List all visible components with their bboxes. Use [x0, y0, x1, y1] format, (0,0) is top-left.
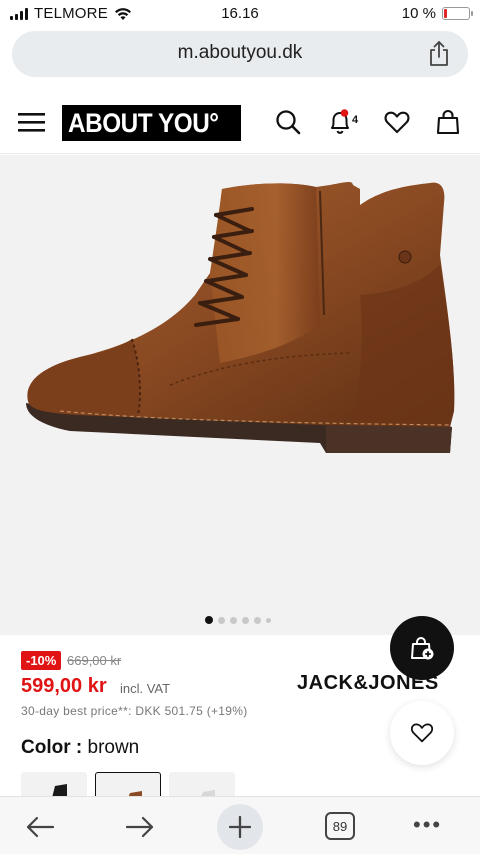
notification-count: 4 — [352, 114, 359, 126]
new-tab-button[interactable] — [217, 804, 263, 850]
status-right: 10 % — [401, 5, 473, 22]
battery-icon — [442, 7, 473, 20]
shopping-bag-icon[interactable] — [434, 108, 462, 136]
back-button[interactable] — [20, 807, 60, 847]
battery-percent: 10 % — [401, 5, 436, 22]
color-selector-label: Color : brown — [21, 737, 139, 759]
logo-text: ABOUT YOU° — [68, 107, 219, 138]
gallery-pagination — [205, 616, 271, 624]
share-icon[interactable] — [426, 40, 452, 68]
sale-price: 599,00 kr — [21, 675, 107, 697]
color-value: brown — [87, 737, 140, 758]
wishlist-heart-icon[interactable] — [383, 108, 411, 136]
gallery-dot[interactable] — [230, 616, 237, 624]
search-icon[interactable] — [274, 108, 302, 136]
arrow-right-icon — [125, 816, 154, 838]
gallery-dot[interactable] — [266, 617, 271, 623]
about-you-logo[interactable]: ABOUT YOU° — [62, 105, 242, 141]
product-image-boot[interactable] — [20, 175, 462, 475]
site-header: ABOUT YOU° 4 — [0, 90, 480, 154]
arrow-left-icon — [26, 816, 55, 838]
forward-button[interactable] — [120, 807, 160, 847]
color-label: Color : — [21, 737, 83, 758]
gallery-dot[interactable] — [218, 616, 225, 624]
add-to-bag-icon — [411, 637, 434, 660]
more-options-icon[interactable]: ••• — [413, 814, 442, 836]
plus-icon — [229, 816, 251, 838]
url-text[interactable]: m.aboutyou.dk — [12, 42, 468, 64]
status-bar: TELMORE 16.16 10 % — [0, 0, 480, 28]
brand-name[interactable]: JACK&JONES — [297, 672, 439, 695]
browser-toolbar: 89 ••• — [0, 796, 480, 854]
discount-badge: -10% — [21, 651, 62, 670]
address-bar[interactable]: m.aboutyou.dk — [12, 31, 468, 77]
tabs-button[interactable]: 89 — [325, 812, 355, 840]
heart-icon — [410, 723, 434, 743]
gallery-dot[interactable] — [242, 616, 249, 624]
original-price: 669,00 kr — [67, 653, 122, 668]
add-to-wishlist-button[interactable] — [390, 701, 454, 765]
vat-note: incl. VAT — [120, 681, 171, 696]
gallery-dot[interactable] — [205, 616, 213, 624]
product-gallery[interactable] — [0, 155, 480, 765]
gallery-dot[interactable] — [254, 616, 261, 624]
menu-icon[interactable] — [18, 110, 46, 134]
best-price-note: 30-day best price**: DKK 501.75 (+19%) — [21, 704, 248, 718]
notification-bell-icon[interactable] — [326, 108, 354, 136]
add-to-cart-button[interactable] — [390, 616, 454, 680]
